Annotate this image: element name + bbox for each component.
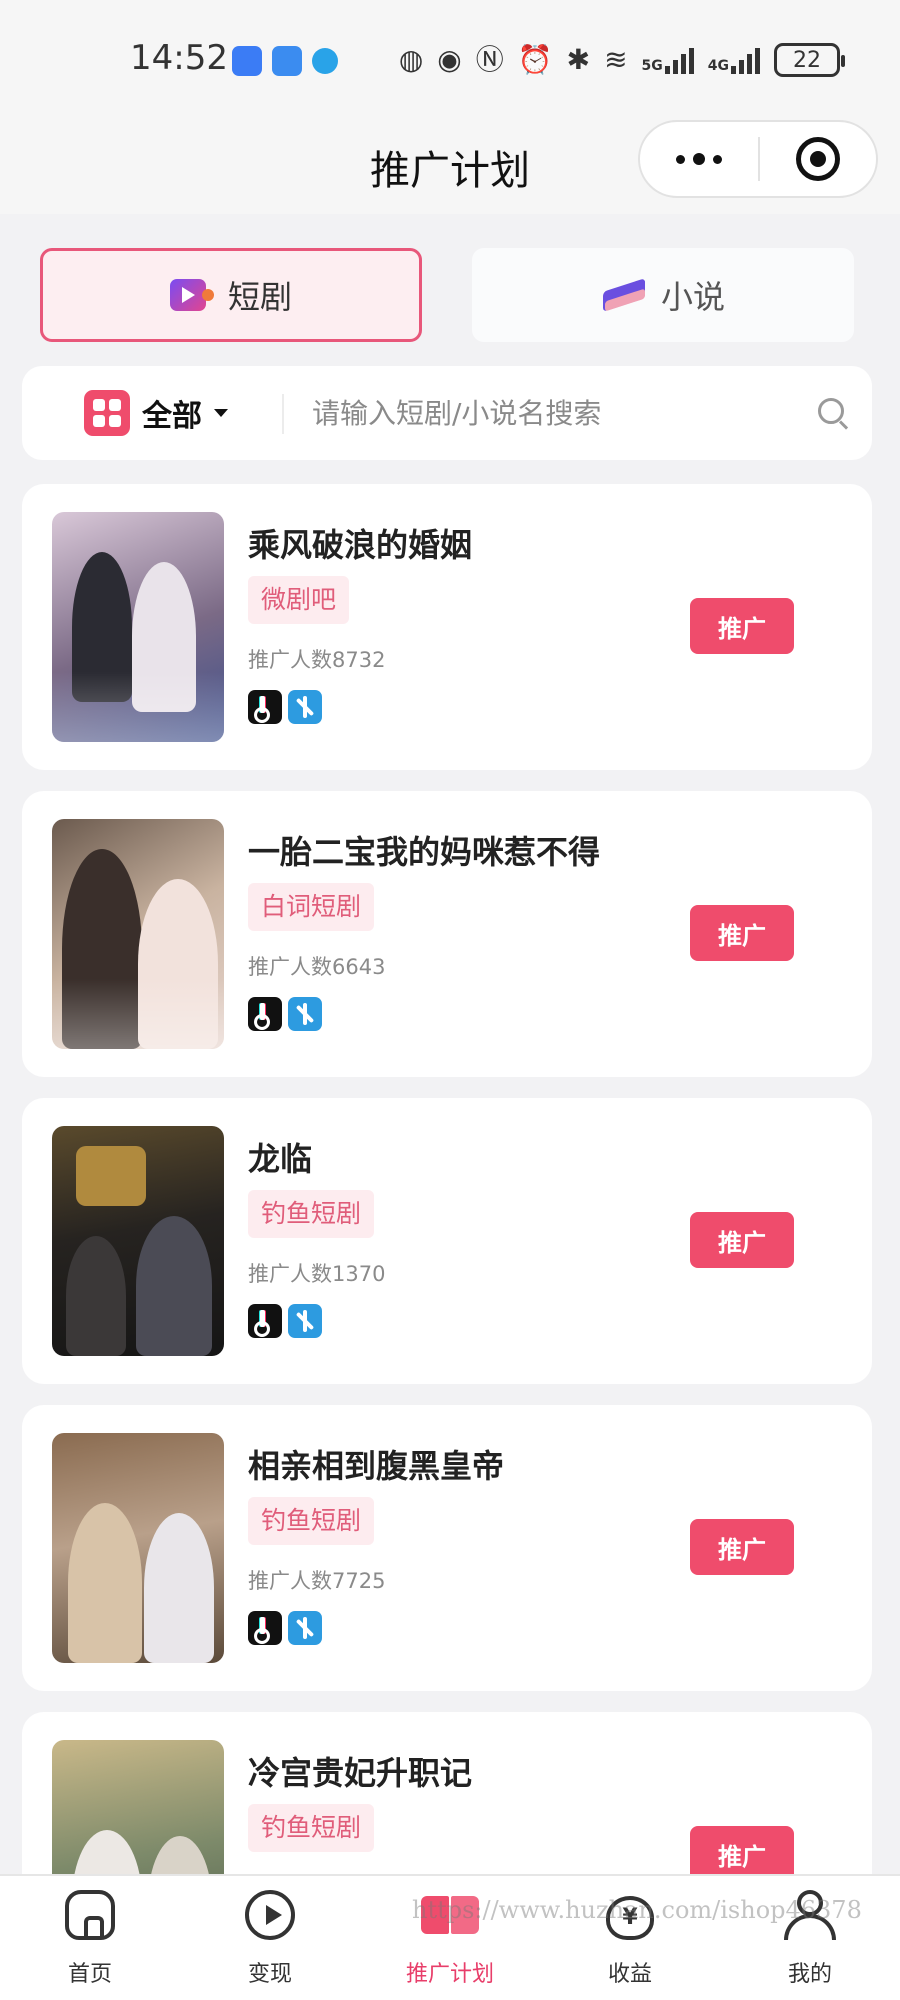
grid-icon	[84, 390, 130, 436]
target-icon	[796, 137, 840, 181]
status-app-icons	[232, 46, 338, 76]
app-notification-icon	[232, 46, 262, 76]
alarm-icon: ⏰	[517, 43, 553, 76]
tab-monetize[interactable]: 变现	[180, 1876, 360, 2000]
network-5g-label: 5G	[641, 58, 663, 74]
dot-icon	[676, 154, 685, 164]
promoter-count: 推广人数8732	[248, 648, 386, 672]
promoter-count: 推广人数6643	[248, 955, 386, 979]
tab-promotion-plan-label: 推广计划	[405, 1962, 494, 1987]
platform-icons	[248, 690, 322, 724]
wifi-icon: ≋	[604, 43, 628, 76]
search-input[interactable]	[312, 388, 792, 438]
platform-icons	[248, 1304, 322, 1338]
video-icon	[169, 279, 214, 311]
source-tag: 钓鱼短剧	[248, 1497, 375, 1545]
network-4g-label: 4G	[707, 58, 729, 74]
status-system-icons: ◍ ◉ Ⓝ ⏰ ✱ ≋ 5G 4G 22	[398, 42, 845, 78]
signal-bars-icon	[731, 46, 760, 74]
hd-call-icon: ◍	[398, 43, 424, 76]
watermark: https://www.huzhan.com/ishop46378	[412, 1896, 862, 1924]
douyin-icon	[248, 690, 282, 724]
tab-short-drama-label: 短剧	[227, 278, 292, 316]
drama-title: 冷宫贵妃升职记	[248, 1754, 473, 1792]
tab-monetize-label: 变现	[247, 1962, 292, 1987]
category-filter-dropdown[interactable]: 全部	[84, 390, 228, 436]
tab-home[interactable]: 首页	[0, 1876, 180, 2000]
signal-5g: 5G	[642, 46, 694, 74]
battery-level: 22	[793, 47, 821, 73]
drama-poster[interactable]	[52, 819, 224, 1049]
tab-home-label: 首页	[67, 1962, 112, 1987]
platform-icons	[248, 997, 322, 1031]
drama-title: 相亲相到腹黑皇帝	[248, 1447, 505, 1485]
drama-poster[interactable]	[52, 512, 224, 742]
drama-title: 乘风破浪的婚姻	[248, 526, 473, 564]
drama-card[interactable]: 一胎二宝我的妈咪惹不得 白词短剧 推广人数6643 推广	[22, 791, 872, 1077]
tab-mine-label: 我的	[787, 1962, 832, 1987]
nfc-icon: Ⓝ	[475, 43, 504, 76]
tab-novel-label: 小说	[660, 278, 725, 316]
source-tag: 钓鱼短剧	[248, 1804, 375, 1852]
tab-short-drama[interactable]: 短剧	[40, 248, 422, 342]
source-tag: 钓鱼短剧	[248, 1190, 375, 1238]
tab-earnings-label: 收益	[607, 1962, 652, 1987]
platform-icons	[248, 1611, 322, 1645]
home-icon	[65, 1890, 115, 1940]
promote-button[interactable]: 推广	[690, 905, 794, 961]
battery-icon: 22	[774, 43, 845, 77]
kuaishou-icon	[288, 1611, 322, 1645]
browser-icon	[312, 48, 338, 74]
signal-bars-icon	[664, 46, 694, 74]
tab-mine[interactable]: 我的	[720, 1876, 900, 2000]
source-tag: 白词短剧	[248, 883, 375, 931]
promoter-count: 推广人数7725	[248, 1569, 386, 1593]
tab-promotion-plan[interactable]: 推广计划	[360, 1876, 540, 2000]
book-icon	[601, 278, 647, 312]
promote-button[interactable]: 推广	[690, 1212, 794, 1268]
play-icon	[245, 1890, 295, 1940]
drama-card[interactable]: 乘风破浪的婚姻 微剧吧 推广人数8732 推广	[22, 484, 872, 770]
promoter-count: 推广人数1370	[248, 1262, 386, 1286]
drama-title: 龙临	[248, 1140, 313, 1178]
caret-down-icon	[214, 409, 228, 417]
kuaishou-icon	[288, 997, 322, 1031]
status-bar: 14:52 ◍ ◉ Ⓝ ⏰ ✱ ≋ 5G 4G 22	[0, 0, 900, 110]
promote-button[interactable]: 推广	[690, 1519, 794, 1575]
kuaishou-icon	[288, 690, 322, 724]
bottom-tab-bar: 首页 变现 推广计划 收益 我的	[0, 1874, 900, 2000]
tab-earnings[interactable]: 收益	[540, 1876, 720, 2000]
tab-novel[interactable]: 小说	[472, 248, 854, 342]
status-time: 14:52	[130, 38, 228, 78]
filter-label: 全部	[142, 399, 202, 434]
drama-card[interactable]: 相亲相到腹黑皇帝 钓鱼短剧 推广人数7725 推广	[22, 1405, 872, 1691]
drama-poster[interactable]	[52, 1126, 224, 1356]
drama-title: 一胎二宝我的妈咪惹不得	[248, 833, 601, 871]
dot-icon	[693, 153, 705, 165]
drama-poster[interactable]	[52, 1433, 224, 1663]
more-button[interactable]	[640, 122, 758, 196]
bluetooth-icon: ✱	[566, 43, 591, 76]
dot-icon	[713, 154, 722, 164]
search-icon[interactable]	[818, 398, 849, 430]
douyin-icon	[248, 997, 282, 1031]
douyin-icon	[248, 1304, 282, 1338]
kuaishou-icon	[288, 1304, 322, 1338]
eye-icon: ◉	[437, 43, 462, 76]
mini-program-capsule	[638, 120, 878, 198]
signal-4g: 4G	[708, 46, 760, 74]
drama-card[interactable]: 龙临 钓鱼短剧 推广人数1370 推广	[22, 1098, 872, 1384]
promote-button[interactable]: 推广	[690, 598, 794, 654]
search-divider	[282, 394, 284, 434]
douyin-icon	[248, 1611, 282, 1645]
cloud-icon	[272, 46, 302, 76]
source-tag: 微剧吧	[248, 576, 350, 624]
close-mini-program-button[interactable]	[760, 137, 876, 181]
search-bar: 全部	[22, 366, 872, 460]
header: 推广计划	[0, 110, 900, 214]
